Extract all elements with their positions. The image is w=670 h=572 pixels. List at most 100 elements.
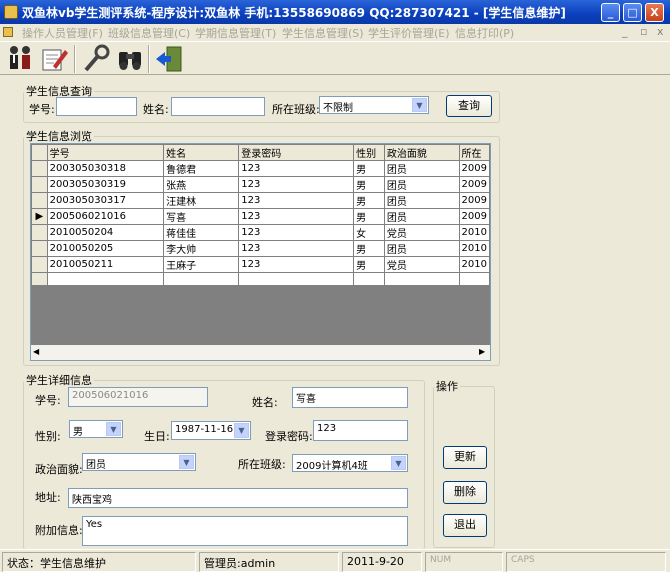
detail-name-field[interactable]: 写喜 bbox=[292, 387, 408, 408]
exit-door-icon[interactable] bbox=[153, 44, 185, 74]
menu-class[interactable]: 班级信息管理(C) bbox=[108, 25, 190, 41]
query-class-select[interactable]: 不限制 ▼ bbox=[319, 96, 429, 114]
menu-term[interactable]: 学期信息管理(T) bbox=[195, 25, 276, 41]
binoculars-icon[interactable] bbox=[114, 44, 146, 74]
query-sno-input[interactable] bbox=[56, 97, 137, 116]
table-row-current[interactable]: ▶ 200506021016 写喜 123 男 团员 2009 bbox=[31, 208, 490, 225]
app-icon bbox=[4, 5, 18, 19]
col-sex[interactable]: 性别 bbox=[353, 144, 385, 161]
table-row[interactable]: 200305030317 汪建林 123 男 团员 2009 bbox=[31, 192, 490, 209]
mdi-close-button[interactable]: x bbox=[657, 25, 664, 38]
table-row[interactable]: 200305030319 张燕 123 男 团员 2009 bbox=[31, 176, 490, 193]
detail-class-select[interactable]: 2009计算机4班 ▼ bbox=[292, 454, 408, 472]
table-row[interactable]: 200305030318 鲁德君 123 男 团员 2009 bbox=[31, 160, 490, 177]
exit-button[interactable]: 退出 bbox=[443, 514, 487, 537]
row-header-corner bbox=[31, 144, 48, 161]
detail-politics-select[interactable]: 团员 ▼ bbox=[82, 453, 196, 471]
delete-button[interactable]: 删除 bbox=[443, 481, 487, 504]
maximize-button[interactable]: □ bbox=[623, 3, 642, 22]
chevron-down-icon[interactable]: ▼ bbox=[234, 423, 249, 438]
row-selector[interactable] bbox=[31, 192, 48, 209]
col-password[interactable]: 登录密码 bbox=[238, 144, 355, 161]
ops-legend: 操作 bbox=[436, 380, 458, 393]
horizontal-scrollbar[interactable]: ◀ ▶ bbox=[31, 345, 490, 360]
detail-password-field[interactable]: 123 bbox=[313, 420, 408, 441]
cell-politics: 团员 bbox=[383, 240, 460, 257]
cell-name: 蒋佳佳 bbox=[163, 224, 240, 241]
toolbar-separator bbox=[74, 45, 76, 73]
toolbar-separator bbox=[148, 45, 150, 73]
cell-sex: 男 bbox=[353, 256, 385, 273]
mdi-minimize-button[interactable]: _ bbox=[622, 25, 628, 38]
mdi-restore-button[interactable]: ▫ bbox=[640, 25, 647, 38]
cell-password: 123 bbox=[238, 208, 355, 225]
chevron-down-icon[interactable]: ▼ bbox=[391, 456, 406, 470]
detail-sex-value: 男 bbox=[73, 427, 83, 438]
cell-politics: 党员 bbox=[383, 224, 460, 241]
detail-extra-field[interactable]: Yes bbox=[82, 516, 408, 546]
current-row-marker[interactable]: ▶ bbox=[31, 208, 48, 225]
menu-print[interactable]: 信息打印(P) bbox=[455, 25, 514, 41]
col-name[interactable]: 姓名 bbox=[163, 144, 240, 161]
detail-password-label: 登录密码: bbox=[265, 430, 313, 443]
student-grid[interactable]: 学号 姓名 登录密码 性别 政治面貌 所在 200305030318 鲁德君 1… bbox=[30, 143, 491, 361]
query-class-value: 不限制 bbox=[323, 103, 353, 114]
status-num: NUM bbox=[425, 552, 503, 572]
status-caps: CAPS bbox=[506, 552, 666, 572]
detail-sno-label: 学号: bbox=[35, 394, 61, 407]
cell-empty bbox=[458, 272, 490, 286]
title-bar: 双鱼林vb学生测评系统-程序设计:双鱼林 手机:13558690869 QQ:2… bbox=[0, 0, 670, 24]
menu-student[interactable]: 学生信息管理(S) bbox=[282, 25, 364, 41]
cell-empty bbox=[238, 272, 355, 286]
col-politics[interactable]: 政治面貌 bbox=[383, 144, 460, 161]
minimize-button[interactable]: _ bbox=[601, 3, 620, 22]
col-sno[interactable]: 学号 bbox=[46, 144, 165, 161]
cell-sno: 200305030318 bbox=[46, 160, 165, 177]
menu-operators[interactable]: 操作人员管理(F) bbox=[22, 25, 103, 41]
detail-address-field[interactable]: 陕西宝鸡 bbox=[68, 488, 408, 508]
chevron-down-icon[interactable]: ▼ bbox=[412, 98, 427, 112]
cell-empty bbox=[353, 272, 385, 286]
status-state: 状态：学生信息维护 bbox=[2, 552, 196, 572]
edit-document-icon[interactable] bbox=[38, 44, 70, 74]
cell-sex: 男 bbox=[353, 208, 385, 225]
row-selector[interactable] bbox=[31, 176, 48, 193]
users-icon[interactable] bbox=[4, 44, 36, 74]
scroll-right-arrow-icon[interactable]: ▶ bbox=[479, 347, 485, 356]
row-selector[interactable] bbox=[31, 272, 48, 286]
cell-class: 2009 bbox=[458, 160, 490, 177]
table-row[interactable]: 2010050204 蒋佳佳 123 女 党员 2010 bbox=[31, 224, 490, 241]
cell-politics: 团员 bbox=[383, 208, 460, 225]
mdi-child-icon[interactable] bbox=[3, 27, 13, 37]
update-button[interactable]: 更新 bbox=[443, 446, 487, 469]
cell-politics: 党员 bbox=[383, 256, 460, 273]
detail-sex-select[interactable]: 男 ▼ bbox=[69, 420, 123, 438]
row-selector[interactable] bbox=[31, 224, 48, 241]
table-row-empty[interactable] bbox=[31, 272, 490, 286]
cell-sex: 男 bbox=[353, 192, 385, 209]
row-selector[interactable] bbox=[31, 256, 48, 273]
table-row[interactable]: 2010050211 王麻子 123 男 党员 2010 bbox=[31, 256, 490, 273]
cell-sex: 男 bbox=[353, 160, 385, 177]
row-selector[interactable] bbox=[31, 160, 48, 177]
cell-class: 2009 bbox=[458, 208, 490, 225]
row-selector[interactable] bbox=[31, 240, 48, 257]
query-button[interactable]: 查询 bbox=[446, 95, 492, 117]
menu-evaluation[interactable]: 学生评价管理(E) bbox=[368, 25, 450, 41]
col-class[interactable]: 所在 bbox=[458, 144, 490, 161]
cell-empty bbox=[163, 272, 240, 286]
detail-birth-value: 1987-11-16 bbox=[175, 424, 234, 435]
close-button[interactable]: X bbox=[645, 3, 664, 22]
header-row: 学号 姓名 登录密码 性别 政治面貌 所在 bbox=[31, 144, 490, 161]
cell-empty bbox=[383, 272, 460, 286]
cell-sno: 2010050211 bbox=[46, 256, 165, 273]
table-row[interactable]: 2010050205 李大帅 123 男 团员 2010 bbox=[31, 240, 490, 257]
cell-class: 2010 bbox=[458, 224, 490, 241]
chevron-down-icon[interactable]: ▼ bbox=[106, 422, 121, 436]
query-name-input[interactable] bbox=[171, 97, 265, 116]
scroll-left-arrow-icon[interactable]: ◀ bbox=[33, 347, 39, 356]
detail-birth-picker[interactable]: 1987-11-16 ▼ bbox=[171, 421, 251, 440]
wrench-icon[interactable] bbox=[80, 44, 112, 74]
chevron-down-icon[interactable]: ▼ bbox=[179, 455, 194, 469]
detail-address-label: 地址: bbox=[35, 491, 61, 504]
